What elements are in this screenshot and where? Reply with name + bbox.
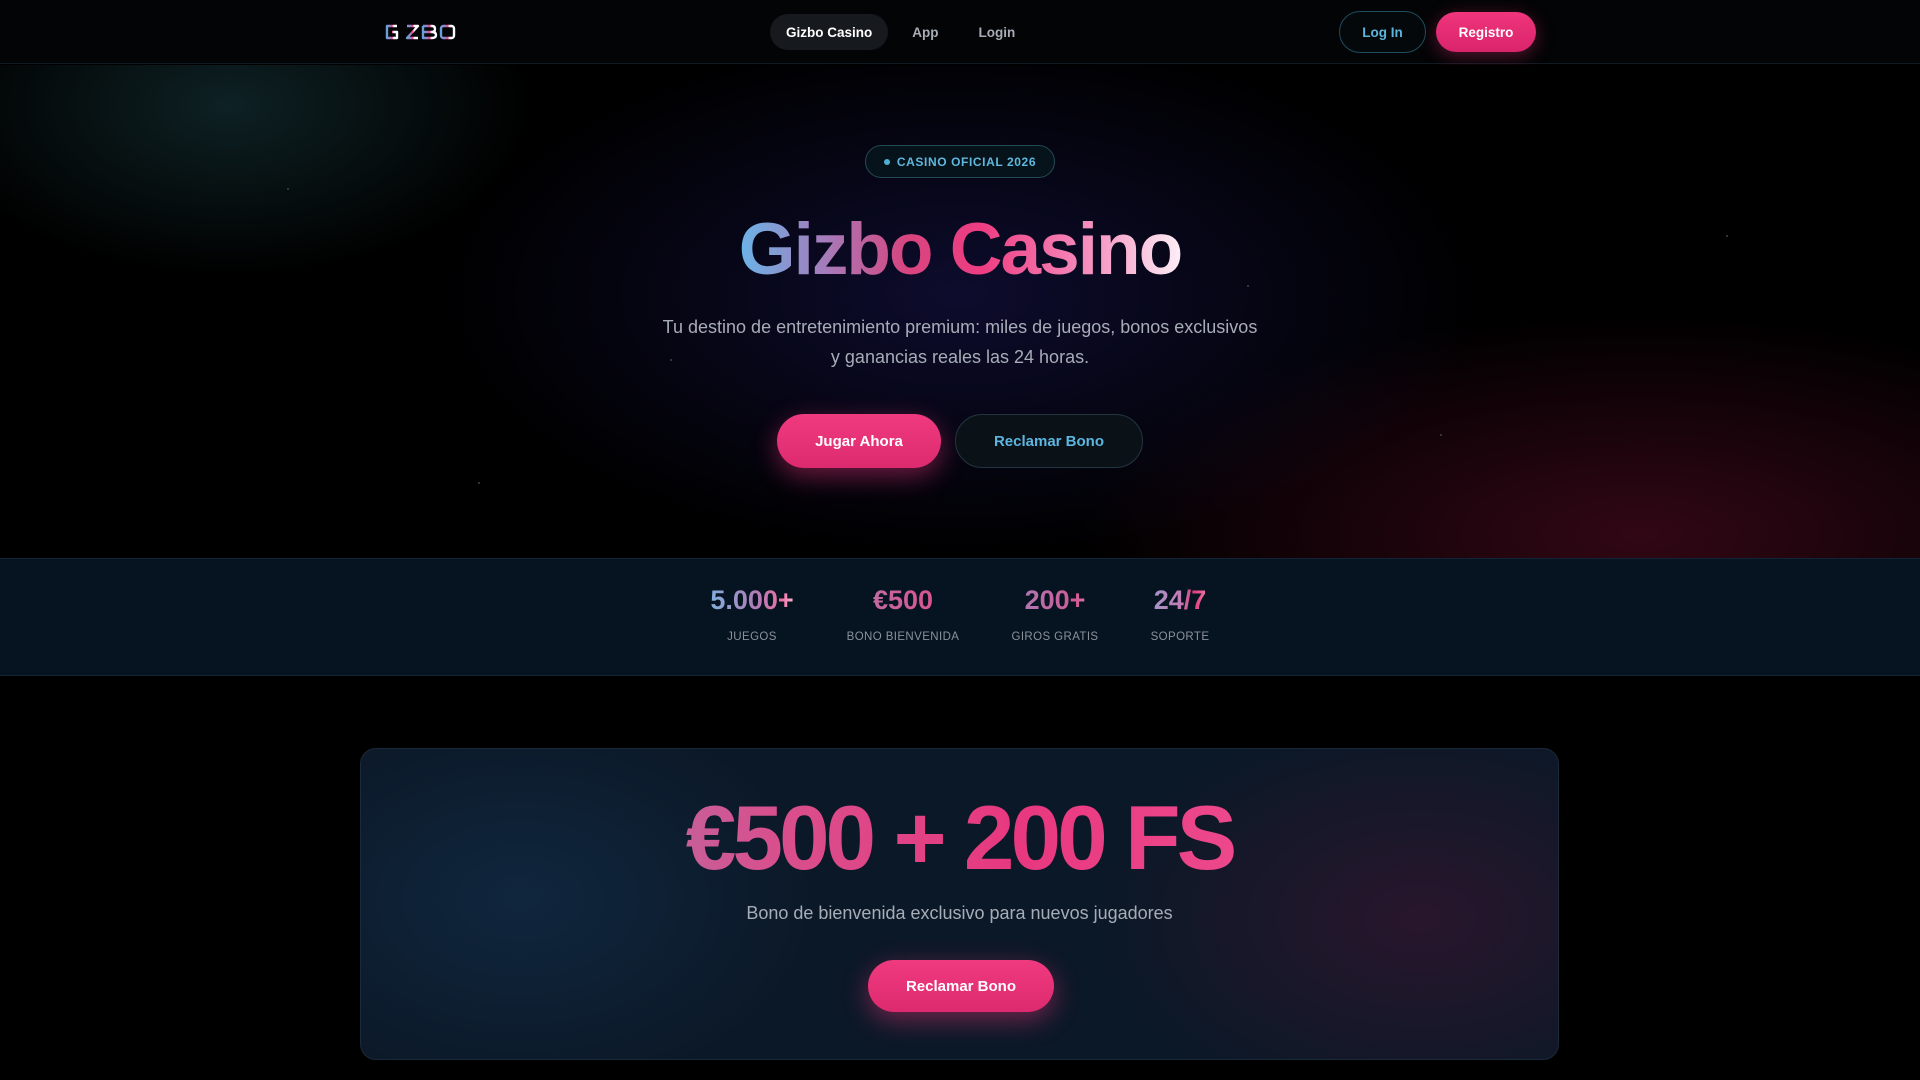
welcome-bonus-card: €500 + 200 FS Bono de bienvenida exclusi… [360,748,1559,1060]
main-nav: Gizbo Casino App Login [770,14,1031,50]
nav-link-login[interactable]: Login [963,14,1032,50]
stats-bar: 5.000+ JUEGOS €500 BONO BIENVENIDA 200+ … [0,558,1920,676]
badge-label: CASINO OFICIAL 2026 [896,154,1037,169]
play-now-button[interactable]: Jugar Ahora [777,414,941,468]
top-navbar: Gizbo Casino App Login Log In Registro [0,0,1920,64]
stat-value: 24/7 [1130,587,1230,614]
register-button[interactable]: Registro [1436,12,1536,52]
hero-title: Gizbo Casino [0,209,1920,290]
stat-value: 200+ [1000,587,1110,614]
stat-label: JUEGOS [727,631,777,643]
stat-label: BONO BIENVENIDA [846,631,960,643]
gizbo-logo[interactable] [385,20,457,44]
login-button[interactable]: Log In [1339,11,1426,53]
gizbo-logo-mark [385,24,456,40]
stat-welcome-bonus: €500 BONO BIENVENIDA [833,587,973,644]
stat-games: 5.000+ JUEGOS [702,587,802,644]
hero-section: CASINO OFICIAL 2026 Gizbo Casino Tu dest… [0,65,1920,558]
star-decoration [1440,434,1442,436]
stat-value: €500 [833,587,973,614]
stat-support: 24/7 SOPORTE [1130,587,1230,644]
status-dot-icon [883,158,890,165]
nav-link-gizbo-casino[interactable]: Gizbo Casino [770,14,889,50]
hero-title-text: Gizbo Casino [738,209,1183,290]
stat-value: 5.000+ [702,587,802,614]
stat-label: GIROS GRATIS [1011,631,1099,643]
star-decoration [478,482,480,484]
stat-label: SOPORTE [1150,631,1210,643]
official-casino-badge: CASINO OFICIAL 2026 [865,145,1055,178]
bonus-description: Bono de bienvenida exclusivo para nuevos… [746,903,1173,923]
claim-bonus-button[interactable]: Reclamar Bono [868,960,1054,1012]
nav-link-app[interactable]: App [896,14,954,50]
hero-subtitle: Tu destino de entretenimiento premium: m… [662,317,1258,367]
claim-bonus-outline-button[interactable]: Reclamar Bono [955,414,1143,468]
stat-free-spins: 200+ GIROS GRATIS [1000,587,1110,644]
bonus-headline: €500 + 200 FS [361,793,1558,884]
star-decoration [287,188,289,190]
